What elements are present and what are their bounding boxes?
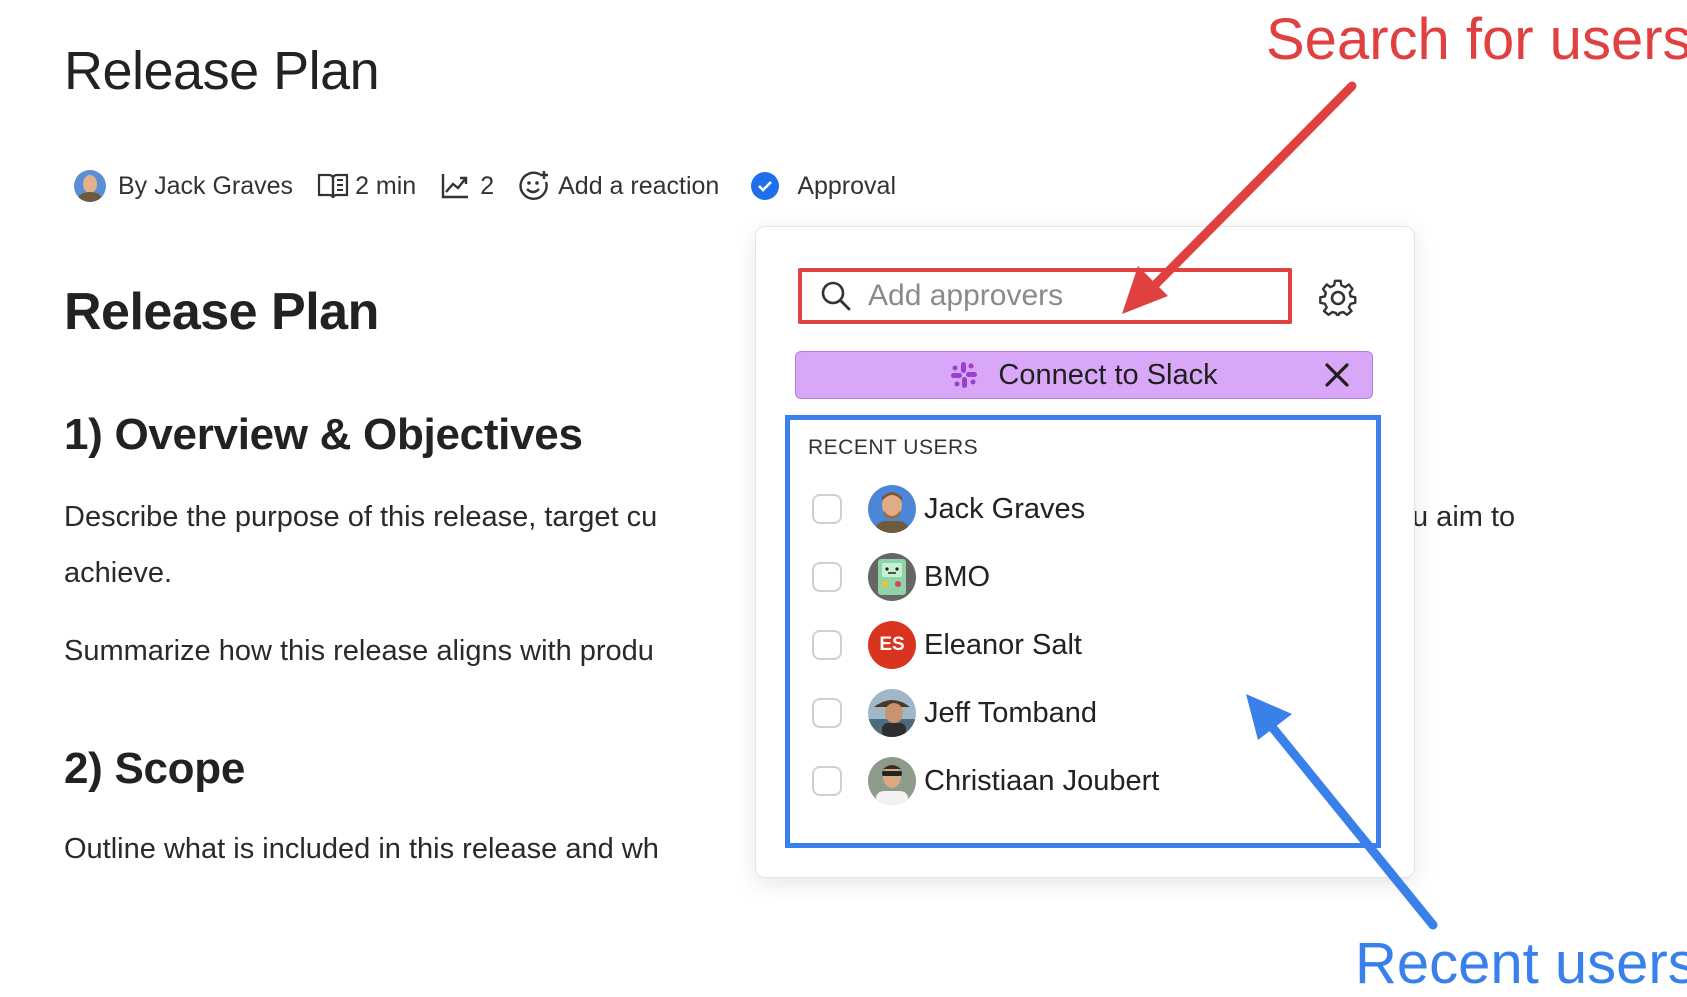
check-circle-icon <box>751 172 780 200</box>
annotation-search-label: Search for users <box>1266 7 1687 72</box>
user-row[interactable]: ES Eleanor Salt <box>812 619 1082 671</box>
approval-button[interactable]: Approval <box>743 172 896 201</box>
paragraph: achieve. <box>64 557 173 589</box>
paragraph: Summarize how this release aligns with p… <box>64 635 654 667</box>
paragraph-fragment: u aim to <box>1412 501 1516 533</box>
page-title: Release Plan <box>64 41 380 101</box>
trend-icon <box>442 174 469 199</box>
avatar <box>868 689 916 737</box>
user-checkbox[interactable] <box>812 494 842 524</box>
user-name: Jeff Tomband <box>924 696 1098 729</box>
slack-icon <box>950 361 978 389</box>
user-row[interactable]: Christiaan Joubert <box>812 755 1159 807</box>
doc-meta-bar: By Jack Graves 2 min 2 Add a reaction Ap… <box>74 166 920 206</box>
add-reaction-button[interactable]: Add a reaction <box>518 170 719 202</box>
avatar <box>868 553 916 601</box>
avatar <box>868 757 916 805</box>
connect-slack-label: Connect to Slack <box>998 358 1218 391</box>
avatar: ES <box>868 621 916 669</box>
close-icon[interactable] <box>1322 360 1352 390</box>
avatar <box>74 170 106 202</box>
user-row[interactable]: BMO <box>812 551 990 603</box>
doc-heading: Release Plan <box>64 283 379 341</box>
user-checkbox[interactable] <box>812 766 842 796</box>
section-heading: 1) Overview & Objectives <box>64 410 583 459</box>
paragraph: Describe the purpose of this release, ta… <box>64 501 658 533</box>
section-heading: 2) Scope <box>64 744 245 793</box>
user-checkbox[interactable] <box>812 630 842 660</box>
user-name: Jack Graves <box>924 492 1086 525</box>
smiley-add-icon <box>519 171 549 200</box>
user-row[interactable]: Jeff Tomband <box>812 687 1097 739</box>
user-name: Christiaan Joubert <box>924 764 1160 797</box>
annotation-recent-label: Recent users <box>1355 931 1687 996</box>
recent-users-title: RECENT USERS <box>808 436 979 459</box>
user-checkbox[interactable] <box>812 698 842 728</box>
user-name: Eleanor Salt <box>924 628 1082 661</box>
approval-label: Approval <box>797 171 896 200</box>
add-reaction-label: Add a reaction <box>558 171 720 200</box>
approver-search[interactable] <box>798 268 1292 324</box>
views-count[interactable]: 2 <box>440 172 494 201</box>
user-name: BMO <box>924 560 991 593</box>
book-icon <box>317 173 349 199</box>
search-icon <box>821 281 851 311</box>
author-byline[interactable]: By Jack Graves <box>74 170 293 202</box>
author-name: By Jack Graves <box>118 171 294 200</box>
read-time: 2 min <box>317 171 416 201</box>
avatar <box>868 485 916 533</box>
connect-slack-banner[interactable]: Connect to Slack <box>795 351 1373 399</box>
read-time-label: 2 min <box>355 171 417 200</box>
gear-icon[interactable] <box>1318 278 1358 318</box>
search-input[interactable] <box>866 278 1270 314</box>
user-row[interactable]: Jack Graves <box>812 483 1085 535</box>
views-count-label: 2 <box>480 171 495 200</box>
user-checkbox[interactable] <box>812 562 842 592</box>
avatar-initials: ES <box>879 634 905 655</box>
paragraph: Outline what is included in this release… <box>64 833 659 865</box>
